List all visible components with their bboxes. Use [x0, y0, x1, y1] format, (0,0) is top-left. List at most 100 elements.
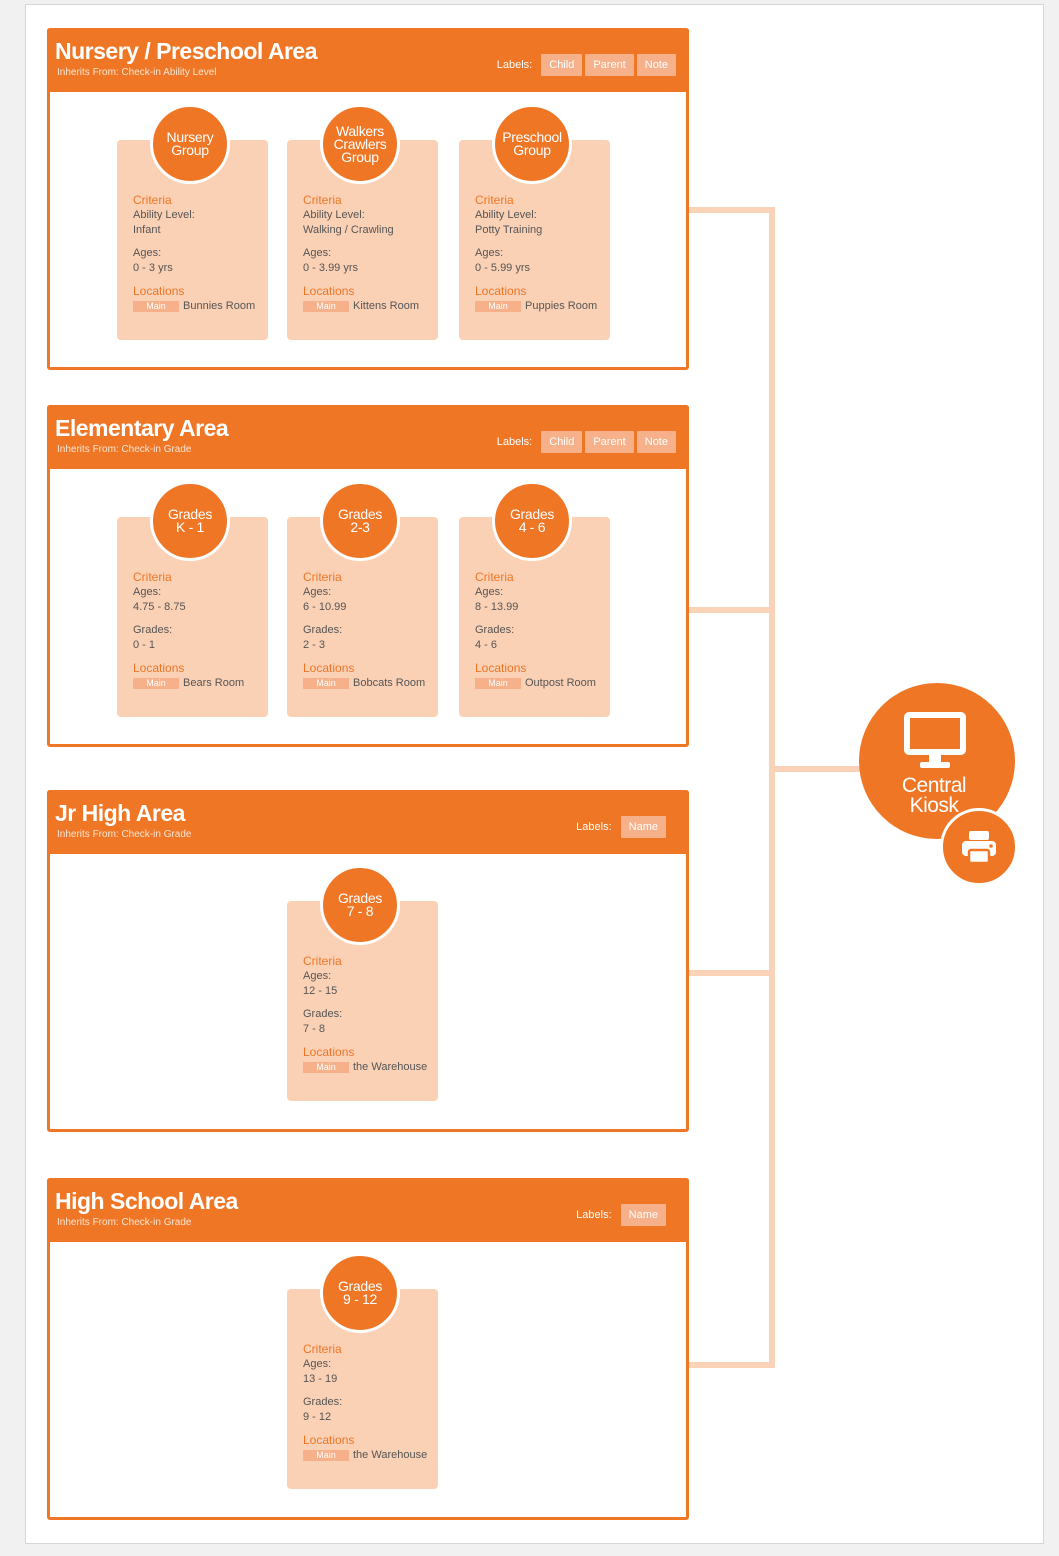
field2-value: 0 - 5.99 yrs [475, 262, 531, 274]
connector-to-kiosk [772, 766, 862, 772]
label-chip-child[interactable]: Child [541, 54, 583, 76]
field2-value: 0 - 3.99 yrs [303, 262, 359, 274]
group-body: Criteria Ability Level: Walking / Crawli… [303, 193, 432, 312]
field2-label: Grades: [475, 624, 515, 636]
group-name: Grades K - 1 [167, 506, 213, 535]
label-chip-parent[interactable]: Parent [585, 54, 634, 76]
group-name: Nursery Group [166, 129, 214, 158]
group-circle: Grades 4 - 6 [492, 481, 572, 561]
location-row: Main the Warehouse [303, 1449, 432, 1461]
area-inherits: Inherits From: Check-in Grade [57, 444, 192, 455]
area-title: High School Area [55, 1188, 238, 1214]
location-chip: Main [303, 677, 349, 689]
field1-value: 13 - 19 [303, 1373, 338, 1385]
field1-label: Ability Level: [475, 209, 537, 221]
group-name: Grades 9 - 12 [337, 1278, 383, 1307]
location-name: Bobcats Room [353, 677, 426, 689]
group-name: Grades 4 - 6 [509, 506, 555, 535]
field2-label: Ages: [133, 247, 162, 259]
group-card-grades-k-1[interactable]: Grades K - 1 Criteria Ages: 4.75 - 8.75 … [117, 481, 268, 717]
field1-value: Potty Training [475, 224, 543, 236]
group-circle: Nursery Group [150, 104, 230, 184]
area-inherits: Inherits From: Check-in Grade [57, 829, 192, 840]
field1-label: Ability Level: [303, 209, 365, 221]
group-body: Criteria Ages: 12 - 15 Grades: 7 - 8 Loc… [303, 954, 432, 1073]
field1-label: Ages: [475, 586, 504, 598]
labels-caption: Labels: [496, 59, 533, 71]
criteria-heading: Criteria [303, 1342, 342, 1356]
area-header: Jr High Area Inherits From: Check-in Gra… [47, 790, 689, 854]
locations-heading: Locations [303, 661, 355, 675]
labels-row: Labels: Name [576, 816, 666, 838]
label-chip-parent[interactable]: Parent [585, 431, 634, 453]
field2-value: 9 - 12 [303, 1411, 332, 1423]
field2-label: Grades: [303, 1008, 343, 1020]
label-chip-child[interactable]: Child [541, 431, 583, 453]
group-card-nursery[interactable]: Nursery Group Criteria Ability Level: In… [117, 104, 268, 340]
area-title: Elementary Area [55, 415, 229, 441]
field2-value: 2 - 3 [303, 639, 326, 651]
group-card-grades-7-8[interactable]: Grades 7 - 8 Criteria Ages: 12 - 15 Grad… [287, 865, 438, 1101]
field1-label: Ages: [303, 1358, 332, 1370]
field2-label: Grades: [303, 1396, 343, 1408]
labels-caption: Labels: [576, 1209, 612, 1221]
location-row: Main Puppies Room [475, 300, 604, 312]
group-card-preschool[interactable]: Preschool Group Criteria Ability Level: … [459, 104, 610, 340]
group-body: Criteria Ages: 13 - 19 Grades: 9 - 12 Lo… [303, 1342, 432, 1461]
field1-value: 4.75 - 8.75 [133, 601, 186, 613]
group-circle: Preschool Group [492, 104, 572, 184]
criteria-heading: Criteria [303, 570, 342, 584]
group-body: Criteria Ages: 8 - 13.99 Grades: 4 - 6 L… [475, 570, 604, 689]
area-header: Elementary Area Inherits From: Check-in … [47, 405, 689, 469]
label-chip-name[interactable]: Name [620, 816, 666, 838]
location-row: Main the Warehouse [303, 1061, 432, 1073]
field1-value: Walking / Crawling [303, 224, 394, 236]
connector-branch-jrhigh [689, 970, 775, 976]
criteria-heading: Criteria [475, 570, 514, 584]
field2-label: Ages: [475, 247, 504, 259]
group-card-grades-9-12[interactable]: Grades 9 - 12 Criteria Ages: 13 - 19 Gra… [287, 1253, 438, 1489]
location-name: Puppies Room [525, 300, 598, 312]
connector-branch-highschool [689, 1362, 775, 1368]
group-circle: Grades 9 - 12 [320, 1253, 400, 1333]
field1-label: Ages: [303, 970, 332, 982]
location-chip: Main [303, 1449, 349, 1461]
location-chip: Main [475, 300, 521, 312]
area-title: Nursery / Preschool Area [55, 38, 318, 64]
printer-badge[interactable] [940, 808, 1018, 886]
criteria-heading: Criteria [475, 193, 514, 207]
criteria-heading: Criteria [133, 193, 172, 207]
location-name: Bears Room [183, 677, 245, 689]
location-name: Kittens Room [353, 300, 420, 312]
group-body: Criteria Ability Level: Infant Ages: 0 -… [133, 193, 262, 312]
group-card-walkers-crawlers[interactable]: Walkers Crawlers Group Criteria Ability … [287, 104, 438, 340]
locations-heading: Locations [303, 1045, 355, 1059]
criteria-heading: Criteria [303, 193, 342, 207]
location-row: Main Bobcats Room [303, 677, 432, 689]
label-chip-note[interactable]: Note [636, 431, 676, 453]
locations-heading: Locations [475, 284, 527, 298]
area-nursery-preschool: Nursery / Preschool Area Inherits From: … [47, 28, 689, 370]
locations-heading: Locations [133, 661, 185, 675]
field1-value: 12 - 15 [303, 985, 338, 997]
field2-label: Ages: [303, 247, 332, 259]
group-name: Grades 2-3 [337, 506, 383, 535]
area-inherits: Inherits From: Check-in Grade [57, 1217, 192, 1228]
criteria-heading: Criteria [303, 954, 342, 968]
label-chip-note[interactable]: Note [636, 54, 676, 76]
group-body: Criteria Ages: 6 - 10.99 Grades: 2 - 3 L… [303, 570, 432, 689]
group-card-grades-2-3[interactable]: Grades 2-3 Criteria Ages: 6 - 10.99 Grad… [287, 481, 438, 717]
area-jr-high: Jr High Area Inherits From: Check-in Gra… [47, 790, 689, 1132]
group-circle: Grades 2-3 [320, 481, 400, 561]
field2-label: Grades: [133, 624, 173, 636]
field2-label: Grades: [303, 624, 343, 636]
area-high-school: High School Area Inherits From: Check-in… [47, 1178, 689, 1520]
connector-trunk [769, 207, 775, 1368]
group-card-grades-4-6[interactable]: Grades 4 - 6 Criteria Ages: 8 - 13.99 Gr… [459, 481, 610, 717]
group-name: Walkers Crawlers Group [333, 122, 387, 165]
group-body: Criteria Ability Level: Potty Training A… [475, 193, 604, 312]
label-chip-name[interactable]: Name [620, 1204, 666, 1226]
field2-value: 0 - 1 [133, 639, 156, 651]
area-inherits: Inherits From: Check-in Ability Level [57, 67, 217, 78]
group-circle: Grades 7 - 8 [320, 865, 400, 945]
